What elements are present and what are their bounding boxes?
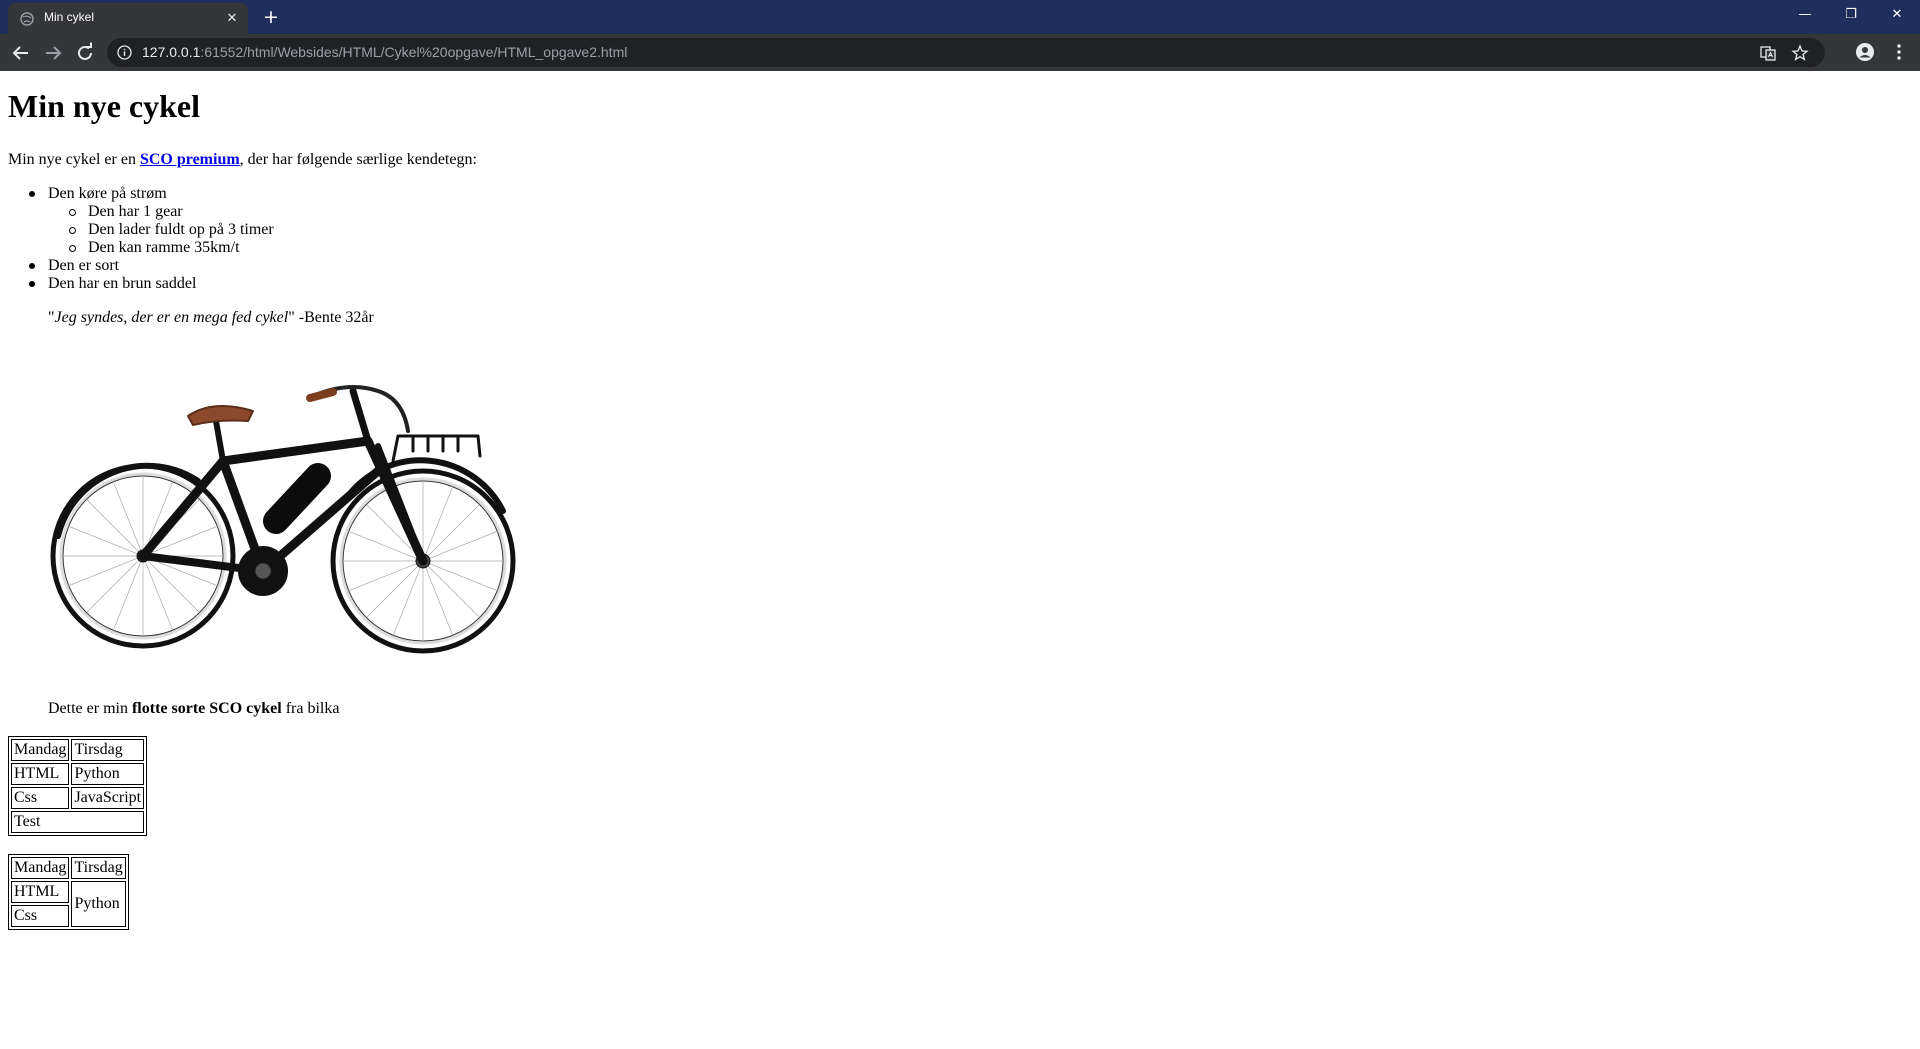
intro-after: , der har følgende særlige kendetegn: bbox=[239, 151, 477, 168]
sub-list-item: Den kan ramme 35km/t bbox=[88, 239, 240, 256]
globe-icon bbox=[20, 12, 34, 26]
site-info-icon[interactable] bbox=[117, 45, 132, 60]
browser-toolbar: 127.0.0.1:61552/html/Websides/HTML/Cykel… bbox=[0, 34, 1920, 71]
minimize-button[interactable]: — bbox=[1782, 0, 1828, 30]
table-row: Mandag Tirsdag bbox=[11, 739, 145, 761]
caption-after: fra bilka bbox=[281, 700, 340, 717]
table-cell: Tirsdag bbox=[71, 739, 145, 761]
table-cell: Mandag bbox=[11, 857, 70, 879]
intro-paragraph: Min nye cykel er en SCO premium, der har… bbox=[8, 151, 477, 169]
tab-title: Min cykel bbox=[44, 10, 95, 24]
table-row: Mandag Tirsdag bbox=[11, 857, 126, 879]
bullet-disc bbox=[29, 281, 35, 287]
list-item: Den er sort bbox=[48, 257, 120, 274]
forward-arrow-icon[interactable] bbox=[40, 40, 66, 66]
table-cell: HTML bbox=[11, 881, 70, 903]
reload-icon[interactable] bbox=[72, 40, 98, 66]
table-cell: Tirsdag bbox=[71, 857, 126, 879]
list-item: Den køre på strøm bbox=[48, 185, 167, 202]
quote-author: -Bente 32år bbox=[294, 309, 374, 326]
intro-before: Min nye cykel er en bbox=[8, 151, 140, 168]
url-host: 127.0.0.1 bbox=[142, 44, 201, 60]
star-icon[interactable] bbox=[1791, 44, 1809, 62]
schedule-table-1: Mandag Tirsdag HTML Python Css JavaScrip… bbox=[8, 736, 148, 836]
close-window-button[interactable]: ✕ bbox=[1874, 0, 1920, 30]
sub-list-item: Den har 1 gear bbox=[88, 203, 183, 220]
list-item: Den har en brun saddel bbox=[48, 275, 197, 292]
table-cell: Css bbox=[11, 905, 70, 927]
table-merged-cell: Python bbox=[71, 881, 126, 927]
bullet-disc bbox=[29, 263, 35, 269]
sub-list-item: Den lader fuldt op på 3 timer bbox=[88, 221, 274, 238]
translate-icon[interactable] bbox=[1759, 44, 1777, 62]
table-row: Css JavaScript bbox=[11, 787, 145, 809]
browser-tab[interactable]: Min cykel ✕ bbox=[8, 3, 248, 34]
bullet-circle bbox=[69, 245, 76, 252]
tab-close-icon[interactable]: ✕ bbox=[224, 11, 240, 27]
table-cell: Python bbox=[71, 763, 145, 785]
table-cell: Mandag bbox=[11, 739, 70, 761]
table-row: HTML Python bbox=[11, 881, 126, 927]
table-cell: HTML bbox=[11, 763, 70, 785]
table-row: Test bbox=[11, 811, 145, 833]
url-text[interactable]: 127.0.0.1:61552/html/Websides/HTML/Cykel… bbox=[142, 44, 627, 60]
browser-titlebar: Min cykel ✕ + — ❐ ✕ bbox=[0, 0, 1920, 34]
bullet-circle bbox=[69, 227, 76, 234]
table-row: HTML Python bbox=[11, 763, 145, 785]
profile-icon[interactable] bbox=[1855, 42, 1875, 62]
url-path: :61552/html/Websides/HTML/Cykel%20opgave… bbox=[200, 44, 628, 60]
page-content: Min nye cykel Min nye cykel er en SCO pr… bbox=[0, 71, 1920, 1049]
new-tab-button[interactable]: + bbox=[260, 6, 282, 28]
image-caption: Dette er min flotte sorte SCO cykel fra … bbox=[48, 700, 339, 718]
table-footer-cell: Test bbox=[11, 811, 145, 833]
maximize-button[interactable]: ❐ bbox=[1828, 0, 1874, 30]
table-cell: JavaScript bbox=[71, 787, 145, 809]
caption-before: Dette er min bbox=[48, 700, 132, 717]
page-title: Min nye cykel bbox=[8, 88, 200, 124]
bullet-circle bbox=[69, 209, 76, 216]
bullet-disc bbox=[29, 191, 35, 197]
kebab-menu-icon[interactable] bbox=[1889, 42, 1909, 62]
back-arrow-icon[interactable] bbox=[8, 40, 34, 66]
blockquote: "Jeg syndes, der er en mega fed cykel" -… bbox=[48, 309, 374, 327]
sco-premium-link[interactable]: SCO premium bbox=[140, 151, 240, 168]
caption-bold: flotte sorte SCO cykel bbox=[131, 700, 282, 717]
quote-text: Jeg syndes, der er en mega fed cykel bbox=[54, 309, 289, 326]
schedule-table-2: Mandag Tirsdag HTML Python Css bbox=[8, 854, 129, 930]
table-cell: Css bbox=[11, 787, 70, 809]
bike-image bbox=[50, 385, 516, 654]
address-bar[interactable]: 127.0.0.1:61552/html/Websides/HTML/Cykel… bbox=[107, 38, 1825, 67]
